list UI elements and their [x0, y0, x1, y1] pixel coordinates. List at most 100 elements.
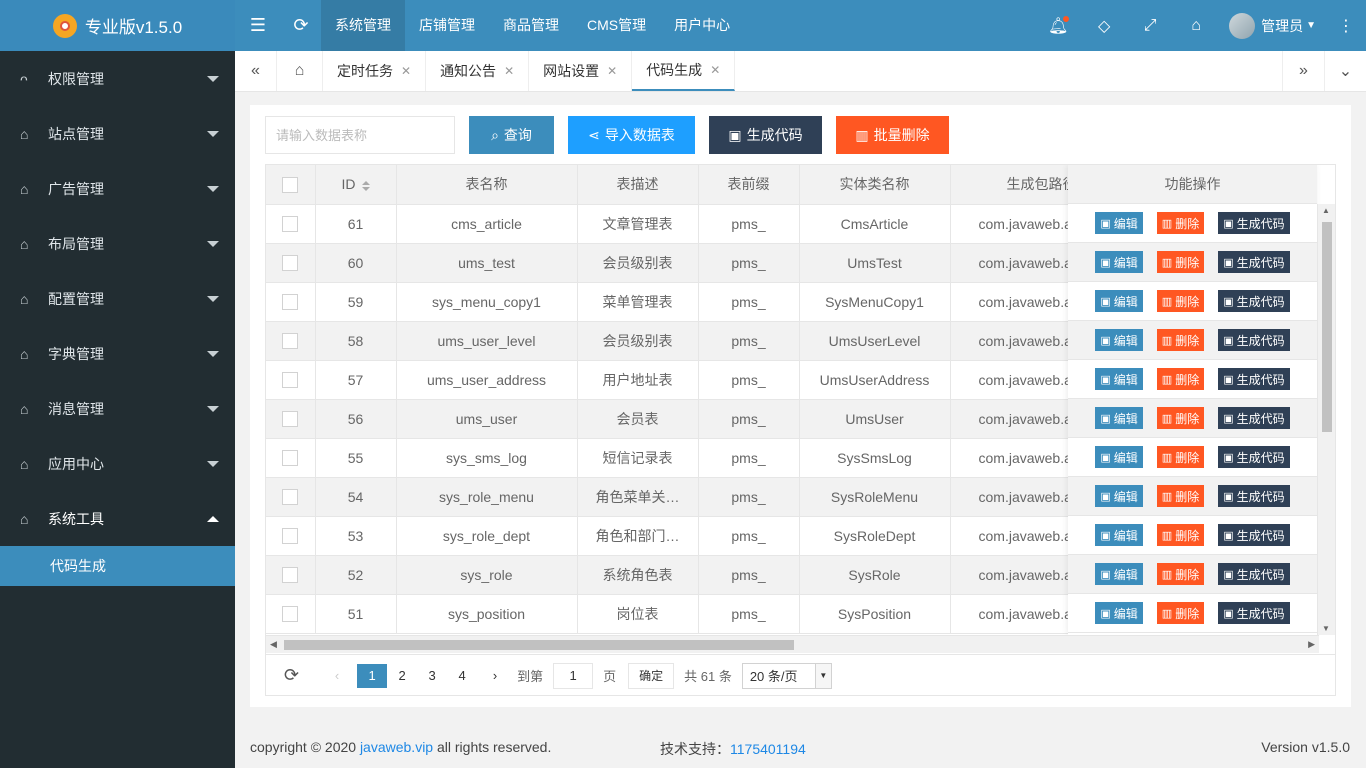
generate-code-row-button[interactable]: ▣ 生成代码 — [1218, 407, 1290, 429]
refresh-icon[interactable]: ⟳ — [281, 0, 321, 51]
generate-code-row-button[interactable]: ▣ 生成代码 — [1218, 602, 1290, 624]
tabs-menu-chevron-down-icon[interactable]: ⌄ — [1324, 51, 1366, 91]
close-icon[interactable]: ✕ — [710, 63, 720, 77]
cell-checkbox[interactable] — [266, 360, 316, 400]
edit-button[interactable]: ▣ 编辑 — [1095, 524, 1143, 546]
scroll-thumb[interactable] — [1322, 222, 1332, 432]
generate-code-row-button[interactable]: ▣ 生成代码 — [1218, 563, 1290, 585]
checkbox[interactable] — [282, 606, 299, 623]
sort-icon[interactable] — [361, 180, 370, 191]
checkbox[interactable] — [282, 528, 299, 545]
edit-button[interactable]: ▣ 编辑 — [1095, 251, 1143, 273]
table-row[interactable]: 59 sys_menu_copy1 菜单管理表 pms_ SysMenuCopy1 com… — [266, 282, 1084, 322]
tabs-scroll-right-icon[interactable]: » — [1282, 51, 1324, 91]
column-header-id[interactable]: ID — [315, 165, 397, 205]
delete-button[interactable]: ▥ 删除 — [1156, 485, 1205, 507]
close-icon[interactable]: ✕ — [607, 64, 617, 78]
topnav-user-center[interactable]: 用户中心 — [660, 0, 744, 51]
import-table-button[interactable]: ⋖ 导入数据表 — [568, 116, 695, 154]
logo[interactable]: 专业版v1.5.0 — [0, 0, 235, 51]
fullscreen-icon[interactable]: ⤢ — [1127, 0, 1173, 51]
delete-button[interactable]: ▥ 删除 — [1156, 407, 1205, 429]
tab-notices[interactable]: 通知公告 ✕ — [426, 51, 530, 91]
edit-button[interactable]: ▣ 编辑 — [1095, 329, 1143, 351]
scroll-down-icon[interactable]: ▼ — [1322, 624, 1330, 633]
sidebar-item-site[interactable]: ⌂ 站点管理 — [0, 106, 235, 161]
sidebar-item-message[interactable]: ⌂ 消息管理 — [0, 381, 235, 436]
delete-button[interactable]: ▥ 删除 — [1156, 446, 1205, 468]
checkbox[interactable] — [282, 255, 299, 272]
tab-codegen[interactable]: 代码生成 ✕ — [632, 51, 736, 91]
page-button[interactable]: 3 — [417, 664, 447, 688]
cell-checkbox[interactable] — [266, 321, 316, 361]
tabs-scroll-left-icon[interactable]: « — [235, 51, 277, 91]
delete-button[interactable]: ▥ 删除 — [1156, 251, 1205, 273]
edit-button[interactable]: ▣ 编辑 — [1095, 368, 1143, 390]
tab-site-settings[interactable]: 网站设置 ✕ — [529, 51, 633, 91]
next-page-icon[interactable]: › — [483, 668, 507, 683]
generate-code-row-button[interactable]: ▣ 生成代码 — [1218, 446, 1290, 468]
generate-code-row-button[interactable]: ▣ 生成代码 — [1218, 524, 1290, 546]
table-row[interactable]: 55 sys_sms_log 短信记录表 pms_ SysSmsLog com.javaw… — [266, 438, 1084, 478]
edit-button[interactable]: ▣ 编辑 — [1095, 446, 1143, 468]
generate-code-row-button[interactable]: ▣ 生成代码 — [1218, 251, 1290, 273]
delete-button[interactable]: ▥ 删除 — [1156, 524, 1205, 546]
page-size-select[interactable]: 20 条/页 ▼ — [741, 662, 832, 689]
cell-checkbox[interactable] — [266, 282, 316, 322]
generate-code-row-button[interactable]: ▣ 生成代码 — [1218, 485, 1290, 507]
user-menu[interactable]: 管理员 ▼ — [1219, 0, 1326, 51]
edit-button[interactable]: ▣ 编辑 — [1095, 485, 1143, 507]
sidebar-item-dict[interactable]: ⌂ 字典管理 — [0, 326, 235, 381]
sidebar-item-layout[interactable]: ⌂ 布局管理 — [0, 216, 235, 271]
select-all-checkbox[interactable] — [266, 165, 316, 205]
table-row[interactable]: 56 ums_user 会员表 pms_ UmsUser com.javaweb.a — [266, 399, 1084, 439]
table-row[interactable]: 53 sys_role_dept 角色和部门… pms_ SysRoleDept com.… — [266, 516, 1084, 556]
edit-button[interactable]: ▣ 编辑 — [1095, 602, 1143, 624]
site-link[interactable]: javaweb.vip — [360, 739, 433, 755]
cell-checkbox[interactable] — [266, 204, 316, 244]
table-row[interactable]: 54 sys_role_menu 角色菜单关… pms_ SysRoleMenu com.… — [266, 477, 1084, 517]
lock-icon[interactable]: ⌂ — [1173, 0, 1219, 51]
support-qq-link[interactable]: 1175401194 — [730, 741, 806, 757]
goto-confirm-button[interactable]: 确定 — [628, 662, 675, 689]
close-icon[interactable]: ✕ — [504, 64, 514, 78]
table-row[interactable]: 58 ums_user_level 会员级别表 pms_ UmsUserLevel com… — [266, 321, 1084, 361]
cell-checkbox[interactable] — [266, 594, 316, 634]
prev-page-icon[interactable]: ‹ — [325, 668, 349, 683]
tab-scheduled-tasks[interactable]: 定时任务 ✕ — [323, 51, 427, 91]
checkbox[interactable] — [282, 450, 299, 467]
edit-button[interactable]: ▣ 编辑 — [1095, 212, 1143, 234]
tag-icon[interactable]: ◇ — [1081, 0, 1127, 51]
page-button[interactable]: 1 — [357, 663, 388, 688]
checkbox[interactable] — [282, 411, 299, 428]
delete-button[interactable]: ▥ 删除 — [1156, 563, 1205, 585]
generate-code-row-button[interactable]: ▣ 生成代码 — [1218, 290, 1290, 312]
cell-checkbox[interactable] — [266, 438, 316, 478]
sidebar-subitem-codegen[interactable]: 代码生成 — [0, 546, 235, 586]
table-row[interactable]: 52 sys_role 系统角色表 pms_ SysRole com.javaweb.a — [266, 555, 1084, 595]
topnav-cms[interactable]: CMS管理 — [573, 0, 660, 51]
menu-toggle-icon[interactable]: ☰ — [235, 0, 281, 51]
checkbox[interactable] — [282, 216, 299, 233]
edit-button[interactable]: ▣ 编辑 — [1095, 407, 1143, 429]
page-button[interactable]: 4 — [447, 664, 477, 688]
checkbox[interactable] — [282, 567, 299, 584]
edit-button[interactable]: ▣ 编辑 — [1095, 290, 1143, 312]
page-button[interactable]: 2 — [387, 664, 417, 688]
checkbox[interactable] — [282, 176, 299, 193]
generate-code-row-button[interactable]: ▣ 生成代码 — [1218, 329, 1290, 351]
vertical-scrollbar[interactable]: ▲ ▼ — [1317, 204, 1335, 635]
scroll-left-icon[interactable]: ◀ — [270, 639, 277, 650]
topnav-goods[interactable]: 商品管理 — [489, 0, 573, 51]
sidebar-item-ad[interactable]: ⌂ 广告管理 — [0, 161, 235, 216]
edit-button[interactable]: ▣ 编辑 — [1095, 563, 1143, 585]
checkbox[interactable] — [282, 294, 299, 311]
query-button[interactable]: ⌕ 查询 — [469, 116, 554, 154]
cell-checkbox[interactable] — [266, 477, 316, 517]
scroll-right-icon[interactable]: ▶ — [1308, 639, 1315, 650]
more-vertical-icon[interactable]: ⋮ — [1326, 0, 1366, 51]
scroll-up-icon[interactable]: ▲ — [1322, 206, 1330, 215]
delete-button[interactable]: ▥ 删除 — [1156, 368, 1205, 390]
batch-delete-button[interactable]: ▥ 批量删除 — [836, 116, 949, 154]
delete-button[interactable]: ▥ 删除 — [1156, 329, 1205, 351]
